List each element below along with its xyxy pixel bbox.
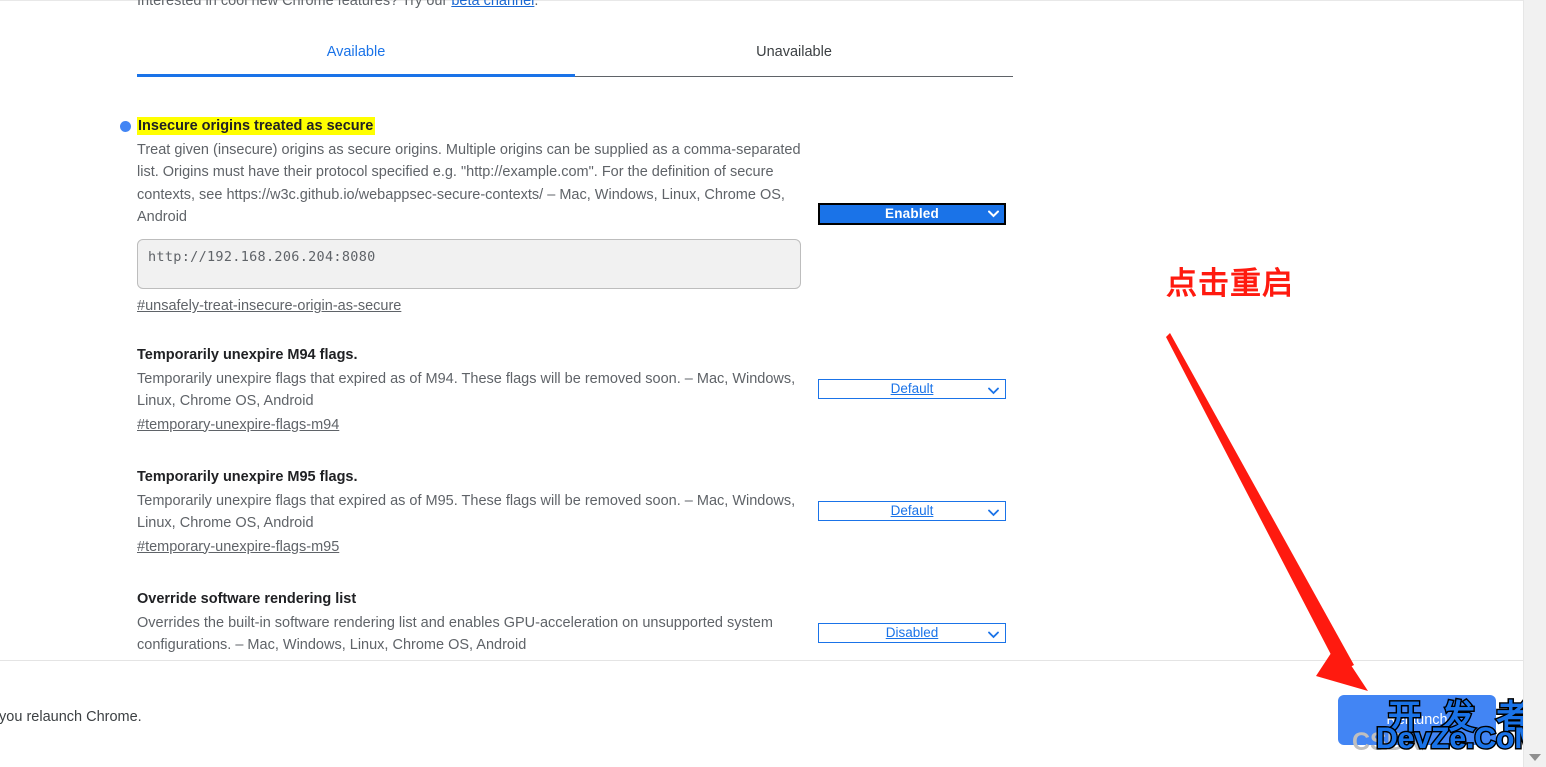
experiment-select-wrapper: Enabled xyxy=(818,203,1006,225)
experiment-unexpire-m94: Temporarily unexpire M94 flags. Temporar… xyxy=(137,345,1013,434)
vertical-scrollbar[interactable] xyxy=(1523,0,1546,767)
experiment-title-label: Temporarily unexpire M95 flags. xyxy=(137,469,358,485)
tab-unavailable[interactable]: Unavailable xyxy=(575,44,1013,60)
experiment-title: Insecure origins treated as secure xyxy=(120,116,805,136)
experiment-permalink[interactable]: #unsafely-treat-insecure-origin-as-secur… xyxy=(137,298,401,314)
experiment-state-select[interactable]: Default xyxy=(818,501,1006,521)
experiment-text-block: Override software rendering list Overrid… xyxy=(137,589,805,657)
beta-channel-link[interactable]: beta channel xyxy=(451,0,534,9)
origins-input[interactable] xyxy=(137,239,801,290)
experiment-insecure-origins: Insecure origins treated as secure Treat… xyxy=(120,116,1013,315)
experiment-description: Overrides the built-in software renderin… xyxy=(137,615,773,654)
experiment-select-wrapper: Disabled xyxy=(818,623,1006,643)
experiment-title: Temporarily unexpire M95 flags. xyxy=(137,467,805,487)
annotation-click-restart-label: 点击重启 xyxy=(1166,266,1294,301)
experiment-description: Temporarily unexpire flags that expired … xyxy=(137,493,796,532)
tab-active-indicator xyxy=(137,74,575,77)
tab-available[interactable]: Available xyxy=(137,44,575,60)
experiment-permalink[interactable]: #temporary-unexpire-flags-m94 xyxy=(137,417,339,433)
experiment-description: Treat given (insecure) origins as secure… xyxy=(137,142,801,225)
beta-notice-prefix: Interested in cool new Chrome features? … xyxy=(137,0,452,9)
scroll-down-arrow-icon[interactable] xyxy=(1529,754,1541,761)
beta-notice-suffix: . xyxy=(534,0,539,9)
experiment-description: Temporarily unexpire flags that expired … xyxy=(137,371,796,410)
relaunch-button[interactable]: Relaunch xyxy=(1338,695,1496,745)
experiment-text-block: Insecure origins treated as secure Treat… xyxy=(120,116,805,315)
experiment-permalink[interactable]: #temporary-unexpire-flags-m95 xyxy=(137,539,339,555)
experiment-state-select[interactable]: Default xyxy=(818,379,1006,399)
experiment-unexpire-m95: Temporarily unexpire M95 flags. Temporar… xyxy=(137,467,1013,556)
experiment-title-label: Temporarily unexpire M94 flags. xyxy=(137,347,358,363)
relaunch-note: Your changes will take effect the next t… xyxy=(0,709,142,725)
relaunch-footer: Your changes will take effect the next t… xyxy=(0,660,1523,767)
experiment-override-software-rendering: Override software rendering list Overrid… xyxy=(137,589,1013,657)
experiment-text-block: Temporarily unexpire M94 flags. Temporar… xyxy=(137,345,805,434)
experiment-state-select[interactable]: Enabled xyxy=(818,203,1006,225)
experiment-title-label: Override software rendering list xyxy=(137,591,357,607)
experiment-text-block: Temporarily unexpire M95 flags. Temporar… xyxy=(137,467,805,556)
beta-channel-notice: Interested in cool new Chrome features? … xyxy=(137,0,538,9)
experiment-select-wrapper: Default xyxy=(818,501,1006,521)
flags-content-area: Interested in cool new Chrome features? … xyxy=(0,0,1523,660)
modified-flag-dot-icon xyxy=(120,121,131,132)
chrome-flags-page: Interested in cool new Chrome features? … xyxy=(0,0,1546,767)
experiment-title: Temporarily unexpire M94 flags. xyxy=(137,345,805,365)
flags-tabstrip: Available Unavailable xyxy=(137,32,1013,77)
experiment-title-label: Insecure origins treated as secure xyxy=(137,117,376,135)
experiment-title: Override software rendering list xyxy=(137,589,805,609)
experiment-state-select[interactable]: Disabled xyxy=(818,623,1006,643)
experiment-select-wrapper: Default xyxy=(818,379,1006,399)
